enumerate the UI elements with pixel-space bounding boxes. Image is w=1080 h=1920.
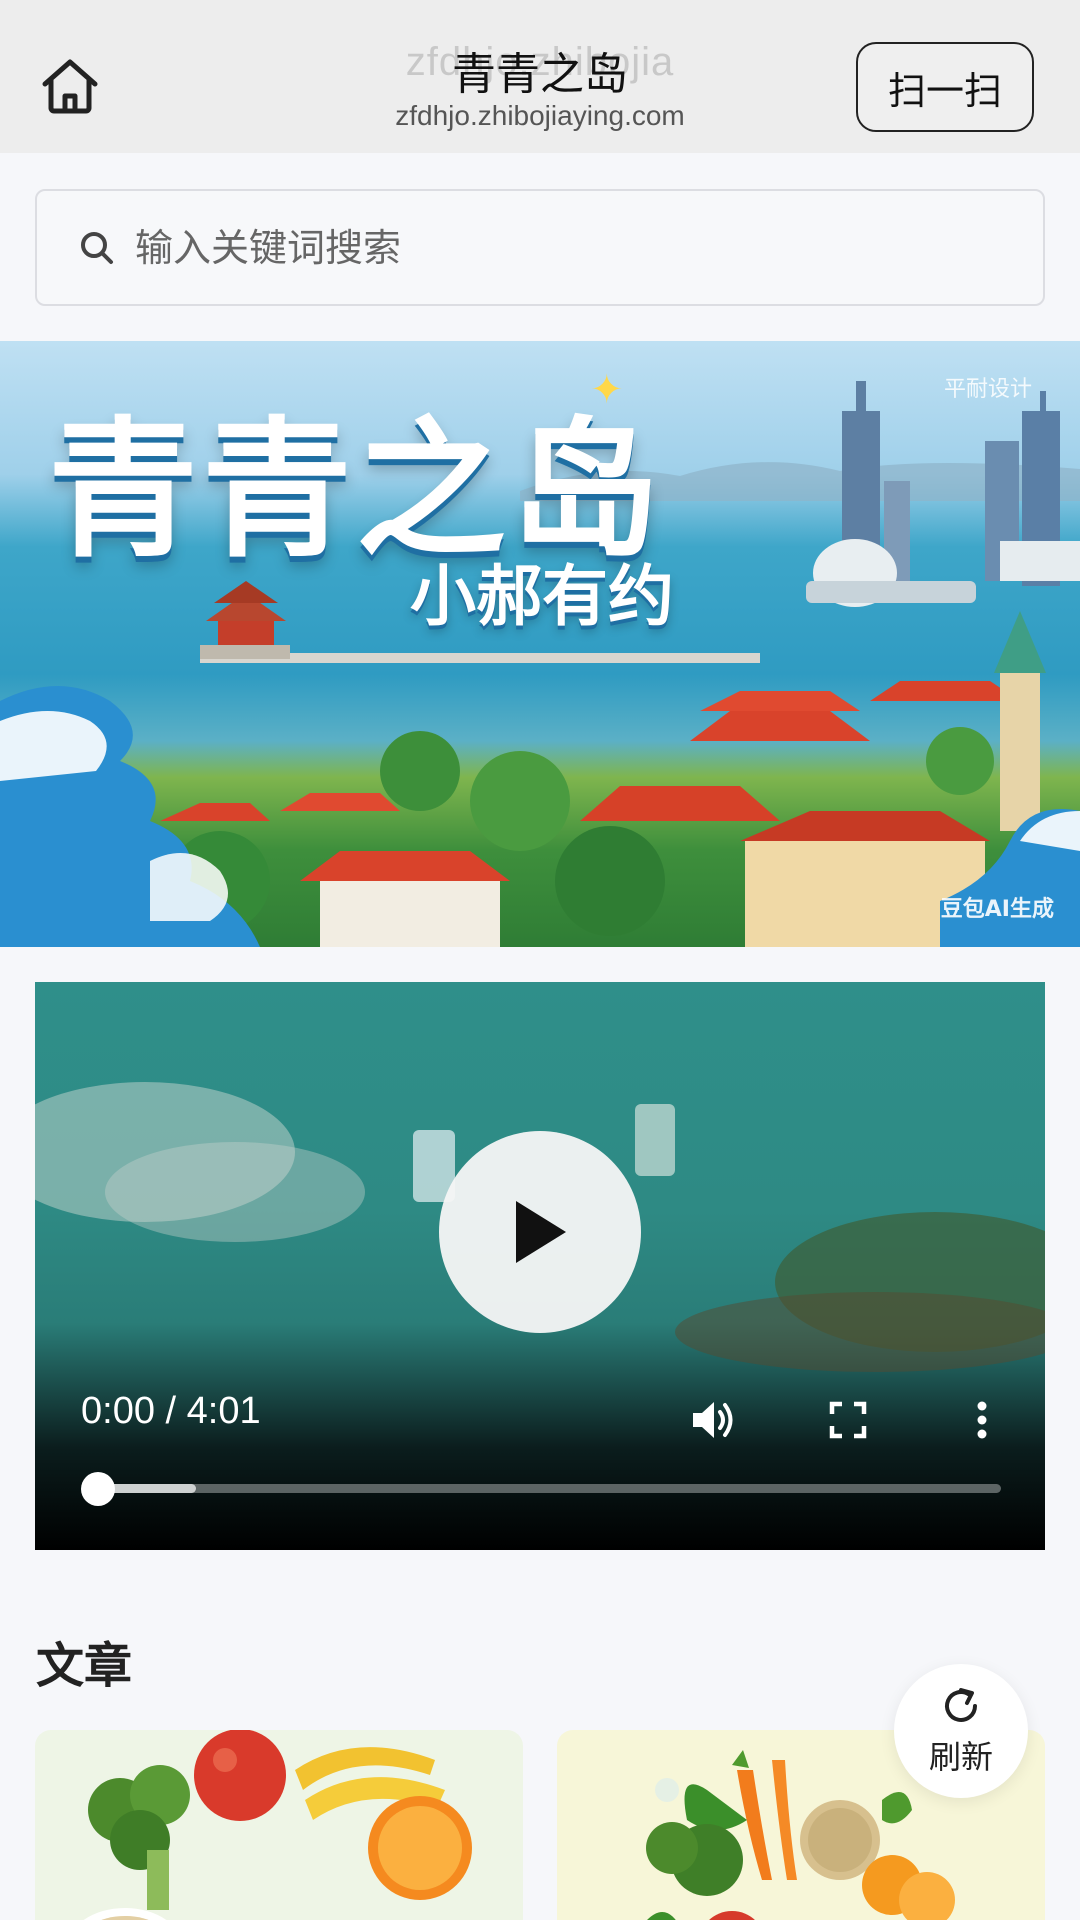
volume-button[interactable]	[683, 1390, 743, 1450]
fullscreen-button[interactable]	[818, 1390, 878, 1450]
play-icon	[516, 1201, 566, 1263]
more-vert-icon	[977, 1401, 987, 1439]
video-player[interactable]: 0:00 / 4:01	[35, 982, 1045, 1550]
hero-banner[interactable]: ✦ 青青之岛 小郝有约 平耐设计 豆包AI生成	[0, 341, 1080, 947]
articles-section-title: 文章	[36, 1638, 133, 1694]
play-button[interactable]	[439, 1131, 641, 1333]
scan-button[interactable]: 扫一扫	[856, 42, 1034, 132]
banner-watermark-bottom: 豆包AI生成	[940, 897, 1054, 922]
video-progress-bar[interactable]	[81, 1472, 1001, 1506]
top-bar: zfdhjo.zhibojia 青青之岛 zfdhjo.zhibojiaying…	[0, 0, 1080, 153]
refresh-button[interactable]: 刷新	[894, 1664, 1028, 1798]
fullscreen-icon	[829, 1401, 867, 1439]
banner-subtitle: 小郝有约	[410, 558, 674, 635]
search-icon	[77, 228, 117, 268]
article-card[interactable]	[35, 1730, 523, 1920]
more-options-button[interactable]	[952, 1390, 1012, 1450]
search-input[interactable]	[135, 191, 1043, 304]
video-progress-thumb[interactable]	[81, 1472, 115, 1506]
refresh-label: 刷新	[928, 1738, 993, 1776]
refresh-icon	[945, 1688, 977, 1722]
article-thumbnail-image	[83, 1730, 472, 1920]
video-time: 0:00 / 4:01	[81, 1390, 261, 1432]
volume-icon	[693, 1402, 733, 1438]
banner-watermark-top: 平耐设计	[943, 377, 1032, 402]
search-bar[interactable]	[35, 189, 1045, 306]
